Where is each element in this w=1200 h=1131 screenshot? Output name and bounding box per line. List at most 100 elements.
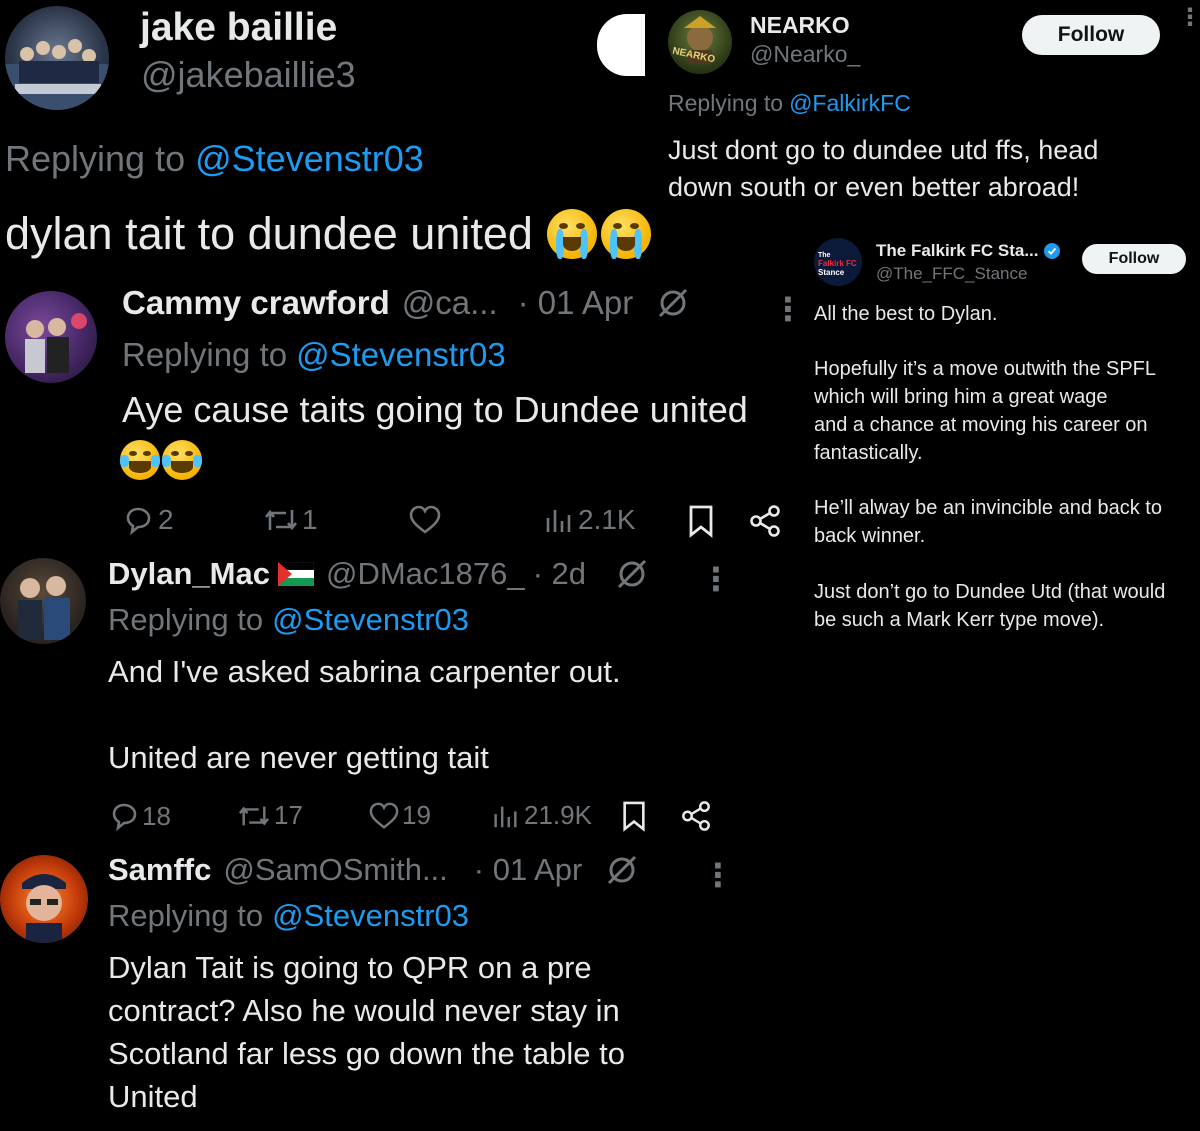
bookmark-icon	[623, 801, 645, 832]
repost-button[interactable]: 17	[236, 800, 303, 831]
tweet-body: Just dont go to dundee utd ffs, head dow…	[668, 135, 1099, 202]
more-options-icon[interactable]: ⋮	[702, 856, 734, 894]
bookmark-button[interactable]	[686, 504, 716, 538]
display-name[interactable]: The Falkirk FC Sta...	[876, 241, 1039, 261]
replying-to: Replying to @Stevenstr03	[108, 898, 469, 934]
display-name[interactable]: Dylan_Mac	[108, 556, 270, 592]
tweet-body: Dylan Tait is going to QPR on a pre cont…	[108, 950, 625, 1114]
replying-label: Replying to	[122, 336, 288, 373]
avatar[interactable]: NEARKO	[668, 10, 732, 74]
reply-button[interactable]: 18	[108, 800, 171, 832]
like-button[interactable]: 19	[368, 800, 431, 831]
reply-icon	[112, 803, 137, 832]
more-options-icon[interactable]: ⋮	[772, 290, 804, 328]
header-row: Dylan_Mac @DMac1876_ · 2d	[108, 556, 650, 592]
like-count: 19	[402, 800, 431, 830]
post-date[interactable]: · 2d	[533, 556, 586, 592]
replying-to: Replying to @Stevenstr03	[108, 602, 469, 638]
user-handle[interactable]: @Nearko_	[750, 41, 860, 68]
user-handle[interactable]: @SamOSmith...	[223, 852, 447, 888]
replying-to: Replying to @Stevenstr03	[5, 138, 424, 180]
reply-button[interactable]: 2	[122, 504, 174, 536]
people-photo-icon	[25, 313, 87, 373]
avatar[interactable]	[5, 291, 97, 383]
replying-label: Replying to	[108, 602, 264, 637]
views-count: 21.9K	[524, 800, 592, 830]
repost-count: 17	[274, 800, 303, 830]
avatar[interactable]: The Falkirk FC Stance	[814, 238, 862, 286]
avatar-text-line1: The	[818, 252, 831, 259]
repost-button[interactable]: 1	[262, 504, 318, 536]
views-icon	[546, 510, 571, 532]
replying-handle-link[interactable]: @Stevenstr03	[195, 138, 424, 180]
replying-handle-link[interactable]: @Stevenstr03	[296, 336, 506, 374]
reply-count: 2	[158, 504, 174, 535]
warrior-icon	[684, 16, 716, 64]
replying-to: Replying to @FalkirkFC	[668, 90, 911, 117]
tweet-paragraph-4: Just don’t go to Dundee Utd (that would …	[814, 581, 1166, 631]
tears-of-joy-icon	[120, 440, 202, 480]
grok-icon[interactable]	[604, 852, 640, 888]
share-icon	[682, 801, 710, 831]
views-button[interactable]: 21.9K	[490, 800, 592, 831]
views-icon	[494, 806, 517, 827]
grok-icon[interactable]	[614, 556, 650, 592]
palestine-flag-icon	[277, 562, 314, 586]
share-button[interactable]	[748, 504, 782, 538]
bookmark-button[interactable]	[620, 800, 648, 832]
display-name[interactable]: Samffc	[108, 852, 211, 888]
post-date[interactable]: · 01 Apr	[518, 284, 634, 322]
user-handle[interactable]: @ca...	[402, 284, 498, 322]
more-options-icon[interactable]: ⋮	[1178, 6, 1200, 30]
repost-count: 1	[302, 504, 318, 535]
share-icon	[750, 505, 780, 537]
avatar[interactable]	[0, 558, 86, 644]
user-handle[interactable]: @DMac1876_	[326, 556, 525, 592]
more-options-icon[interactable]: ⋮	[700, 560, 732, 598]
display-name[interactable]: NEARKO	[750, 12, 850, 39]
avatar-text-line2: Falkirk FC	[818, 259, 857, 268]
heart-icon	[369, 802, 399, 829]
cropped-shape	[597, 14, 645, 76]
header-row: Cammy crawford @ca... · 01 Apr	[122, 284, 691, 322]
replying-handle-link[interactable]: @Stevenstr03	[272, 602, 469, 638]
views-button[interactable]: 2.1K	[542, 504, 636, 536]
team-photo-icon	[5, 39, 109, 110]
follow-button[interactable]: Follow	[1022, 15, 1160, 55]
avatar-text-line3: Stance	[818, 268, 845, 277]
tweet-body: And I've asked sabrina carpenter out. Un…	[108, 654, 621, 775]
views-count: 2.1K	[578, 504, 636, 535]
share-button[interactable]	[680, 800, 712, 832]
tweet-body: Aye cause taits going to Dundee united	[122, 389, 748, 430]
tweet-paragraph-2: Hopefully it’s a move outwith the SPFL w…	[814, 358, 1157, 464]
person-photo-icon	[22, 874, 66, 943]
display-name[interactable]: jake baillie	[140, 6, 337, 50]
tweet-paragraph-3: He’ll alway be an invincible and back to…	[814, 497, 1162, 547]
follow-button[interactable]: Follow	[1082, 244, 1186, 274]
replying-handle-link[interactable]: @Stevenstr03	[272, 898, 469, 934]
reply-icon	[126, 507, 151, 536]
user-handle[interactable]: @The_FFC_Stance	[876, 264, 1027, 284]
repost-icon	[264, 509, 298, 531]
grok-icon[interactable]	[655, 285, 691, 321]
replying-label: Replying to	[108, 898, 264, 933]
reply-count: 18	[142, 800, 171, 831]
avatar[interactable]	[5, 6, 109, 110]
name-row: The Falkirk FC Sta...	[876, 241, 1060, 261]
verified-badge-icon	[1043, 243, 1060, 259]
repost-icon	[238, 806, 270, 825]
user-handle[interactable]: @jakebaillie3	[141, 54, 356, 96]
header-row: Samffc @SamOSmith... · 01 Apr	[108, 852, 640, 888]
avatar[interactable]	[0, 855, 88, 943]
post-date[interactable]: · 01 Apr	[474, 852, 583, 888]
tweet-paragraph-1: All the best to Dylan.	[814, 303, 998, 325]
tweet-text: dylan tait to dundee united	[5, 208, 651, 260]
like-button[interactable]	[408, 504, 442, 536]
tweet-body: dylan tait to dundee united	[5, 208, 533, 259]
heart-icon	[409, 505, 441, 534]
replying-label: Replying to	[668, 90, 784, 116]
replying-handle-link[interactable]: @FalkirkFC	[789, 90, 911, 117]
loudly-crying-face-icon	[546, 209, 651, 259]
bookmark-icon	[689, 505, 713, 538]
display-name[interactable]: Cammy crawford	[122, 284, 390, 322]
